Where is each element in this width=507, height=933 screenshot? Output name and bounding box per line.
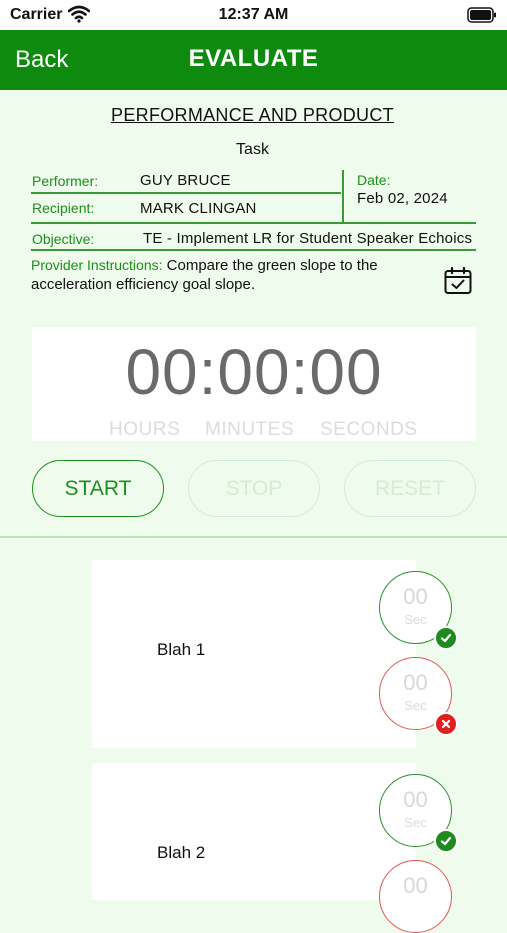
nav-bar: Back EVALUATE: [0, 30, 507, 90]
check-icon: [434, 626, 458, 650]
section-divider: [0, 536, 507, 538]
list-item: Blah 2 00 Sec 00: [92, 763, 458, 933]
start-button[interactable]: START: [32, 460, 164, 517]
check-icon: [434, 829, 458, 853]
clock: 12:37 AM: [218, 6, 289, 23]
incorrect-unit: Sec: [404, 698, 427, 713]
stop-button[interactable]: STOP: [188, 460, 320, 517]
incorrect-value: 00: [403, 873, 428, 898]
divider-line: [31, 222, 476, 224]
minutes-label: MINUTES: [205, 419, 294, 440]
objective-label: Objective:: [32, 231, 95, 247]
section-title: PERFORMANCE AND PRODUCT: [111, 105, 394, 125]
incorrect-timer-button[interactable]: 00: [379, 860, 452, 933]
back-button[interactable]: Back: [15, 46, 68, 74]
provider-instructions: Provider Instructions: Compare the green…: [31, 256, 431, 294]
status-bar: Carrier 12:37 AM: [0, 0, 507, 30]
battery-icon: [467, 7, 497, 28]
recipient-value: MARK CLINGAN: [140, 200, 257, 217]
divider-line: [31, 192, 341, 194]
performer-label: Performer:: [32, 173, 99, 189]
divider-line: [342, 170, 344, 222]
calendar-check-icon[interactable]: [443, 266, 473, 301]
date-value: Feb 02, 2024: [357, 190, 448, 207]
instructions-label: Provider Instructions:: [31, 257, 163, 273]
cross-icon: [434, 712, 458, 736]
objective-value: TE - Implement LR for Student Speaker Ec…: [143, 230, 473, 247]
performer-value: GUY BRUCE: [140, 172, 231, 189]
timer-display: 00:00:00: [125, 336, 383, 408]
page-title: EVALUATE: [188, 45, 319, 72]
seconds-label: SECONDS: [320, 419, 418, 440]
correct-value: 00: [403, 584, 428, 609]
item-label: Blah 2: [157, 843, 206, 862]
reset-button[interactable]: RESET: [344, 460, 476, 517]
list-item: Blah 1 00 Sec 00 Sec: [92, 560, 458, 748]
task-label: Task: [236, 141, 269, 158]
correct-unit: Sec: [404, 612, 427, 627]
timer-panel: 00:00:00 HOURS MINUTES SECONDS: [32, 327, 476, 441]
correct-value: 00: [403, 787, 428, 812]
hours-label: HOURS: [109, 419, 181, 440]
date-label: Date:: [357, 172, 391, 188]
incorrect-value: 00: [403, 670, 428, 695]
divider-line: [31, 249, 476, 251]
correct-unit: Sec: [404, 815, 427, 830]
recipient-label: Recipient:: [32, 200, 95, 216]
item-label: Blah 1: [157, 640, 206, 659]
